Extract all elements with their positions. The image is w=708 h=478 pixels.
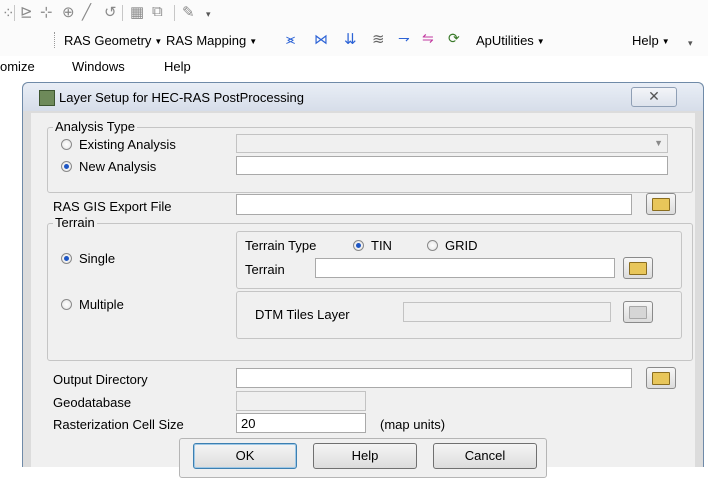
toolbar-separator [174,5,175,21]
ras-mapping-menu[interactable]: RAS Mapping ▼ [166,33,257,48]
grid-radio[interactable] [427,240,438,251]
output-directory-browse-button[interactable] [646,367,676,389]
output-directory-label: Output Directory [53,372,148,387]
multiple-terrain-radio[interactable] [61,299,72,310]
cancel-button[interactable]: Cancel [433,443,537,469]
toolbar-grip [54,32,57,48]
aputilities-label: ApUtilities [476,33,534,48]
windows-menu[interactable]: Windows [72,59,125,74]
output-directory-input[interactable] [236,368,632,388]
help-menu[interactable]: Help [164,59,191,74]
chevron-down-icon: ▼ [661,37,670,46]
georas-toolbar: RAS Geometry ▼ RAS Mapping ▼ ⪤ ⋈ ⇊ ≋ ⇁ ⇋ ⟳… [0,26,708,56]
boundary-icon[interactable]: ⇋ [422,30,434,47]
split-icon[interactable]: ⊕ [62,3,75,21]
chevron-down-icon: ▼ [536,37,545,46]
folder-icon [652,198,670,211]
layer-setup-icon[interactable]: ⪤ [286,31,295,48]
export-file-input[interactable] [236,194,632,215]
export-file-label: RAS GIS Export File [53,199,172,214]
existing-analysis-combo[interactable]: ▼ [236,134,668,153]
dialog-app-icon [39,90,55,106]
folder-icon [652,372,670,385]
dialog-title: Layer Setup for HEC-RAS PostProcessing [59,90,304,105]
cell-size-label: Rasterization Cell Size [53,417,184,432]
toolbar-help-menu[interactable]: Help ▼ [632,33,670,48]
ras-geometry-label: RAS Geometry [64,33,152,48]
close-button[interactable]: ✕ [631,87,677,107]
close-icon: ✕ [648,88,660,104]
icon-toolbar: ⁘ ⊵ ⊹ ⊕ ╱ ↺ ▦ ⧉ ✎ ▾ [0,0,708,26]
toolbar-help-label: Help [632,33,659,48]
new-analysis-input[interactable] [236,156,668,175]
undo-icon[interactable]: ↺ [104,3,117,21]
single-terrain-label: Single [79,251,116,266]
terrain-type-label: Terrain Type [245,238,317,253]
chevron-down-icon: ▼ [249,37,258,46]
image-icon[interactable]: ⧉ [152,3,163,20]
dialog-titlebar: Layer Setup for HEC-RAS PostProcessing ✕ [23,83,703,111]
ok-button[interactable]: OK [193,443,297,469]
overflow-icon[interactable]: ▾ [688,38,693,49]
cell-size-units: (map units) [380,417,446,432]
aputilities-menu[interactable]: ApUtilities ▼ [476,33,545,48]
flow-arrows-icon[interactable]: ⇊ [344,30,357,48]
edit-icon[interactable]: ✎ [182,3,195,21]
cell-size-input[interactable] [236,413,366,433]
vertex-icon[interactable]: ⊵ [20,3,33,21]
analysis-type-legend: Analysis Type [53,119,137,134]
layer-setup-dialog: Layer Setup for HEC-RAS PostProcessing ✕… [22,82,704,478]
existing-analysis-label: Existing Analysis [79,137,176,152]
node-icon[interactable]: ⁘ [2,4,15,22]
folder-icon [629,262,647,275]
menubar: omize Windows Help [0,56,708,78]
export-file-browse-button[interactable] [646,193,676,215]
existing-analysis-radio[interactable] [61,139,72,150]
customize-menu[interactable]: omize [0,59,35,74]
dtm-tiles-browse-button[interactable] [623,301,653,323]
new-analysis-label: New Analysis [79,159,157,174]
line-icon[interactable]: ╱ [82,3,91,21]
terrain-field-label: Terrain [245,262,285,277]
multiple-terrain-label: Multiple [79,297,124,312]
geodatabase-input[interactable] [236,391,366,411]
chevron-down-icon: ▼ [654,138,663,148]
ras-mapping-label: RAS Mapping [166,33,247,48]
terrain-input[interactable] [315,258,615,278]
ras-geometry-menu[interactable]: RAS Geometry ▼ [64,33,162,48]
terrain-legend: Terrain [53,215,97,230]
help-button[interactable]: Help [313,443,417,469]
floodplain-icon[interactable]: ⇁ [398,30,410,47]
geodatabase-label: Geodatabase [53,395,132,410]
single-terrain-radio[interactable] [61,253,72,264]
folder-icon [629,306,647,319]
dtm-tiles-label: DTM Tiles Layer [255,307,350,322]
ras-mapping-icon[interactable]: ⋈ [314,31,328,48]
add-point-icon[interactable]: ⊹ [40,3,53,21]
convert-icon[interactable]: ⟳ [448,30,460,47]
dtm-tiles-input[interactable] [403,302,611,322]
chevron-down-icon: ▼ [154,37,163,46]
grid-label: GRID [445,238,478,253]
terrain-browse-button[interactable] [623,257,653,279]
tin-label: TIN [371,238,392,253]
terrain-icon[interactable]: ≋ [372,30,385,48]
toolbar-separator [122,5,123,21]
tin-radio[interactable] [353,240,364,251]
dialog-client-area: Analysis Type Existing Analysis ▼ New An… [31,113,695,478]
overflow-icon[interactable]: ▾ [206,9,211,20]
toolbar-separator [14,5,15,21]
grid-icon[interactable]: ▦ [130,3,144,21]
new-analysis-radio[interactable] [61,161,72,172]
